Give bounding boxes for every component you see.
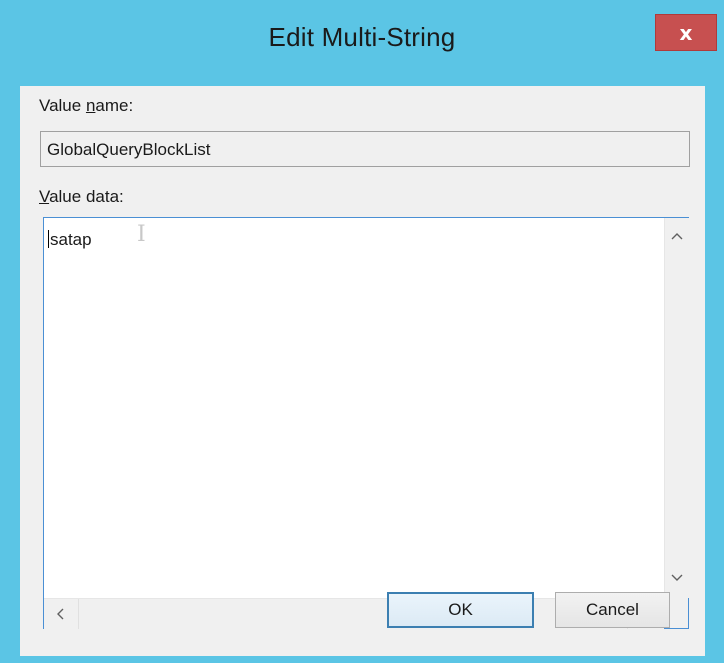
vertical-scrollbar[interactable] <box>664 218 689 598</box>
close-icon: x <box>679 20 693 45</box>
chevron-left-icon <box>57 608 64 620</box>
dialog-client-area: Value name: GlobalQueryBlockList Value d… <box>20 86 705 656</box>
value-data-text[interactable]: satap <box>44 218 664 598</box>
horizontal-scroll-track[interactable] <box>78 599 628 629</box>
close-button[interactable]: x <box>655 14 717 51</box>
cancel-button[interactable]: Cancel <box>555 592 670 628</box>
scroll-up-button[interactable] <box>665 224 689 248</box>
value-data-label: Value data: <box>39 187 124 206</box>
title-bar[interactable]: Edit Multi-String x <box>0 0 724 86</box>
value-name-label: Value name: <box>39 96 134 115</box>
ok-button[interactable]: OK <box>387 592 534 628</box>
value-name-field: GlobalQueryBlockList <box>40 131 690 167</box>
scroll-left-button[interactable] <box>48 602 72 626</box>
scroll-down-button[interactable] <box>665 566 689 590</box>
value-data-line: satap <box>50 230 92 249</box>
value-data-textarea[interactable]: satap I <box>43 217 689 629</box>
text-caret <box>48 230 49 248</box>
edit-multi-string-dialog: Edit Multi-String x Value name: GlobalQu… <box>0 0 724 663</box>
dialog-title: Edit Multi-String <box>268 22 456 52</box>
ibeam-cursor-icon: I <box>137 222 146 247</box>
chevron-down-icon <box>671 574 683 581</box>
chevron-up-icon <box>671 233 683 240</box>
